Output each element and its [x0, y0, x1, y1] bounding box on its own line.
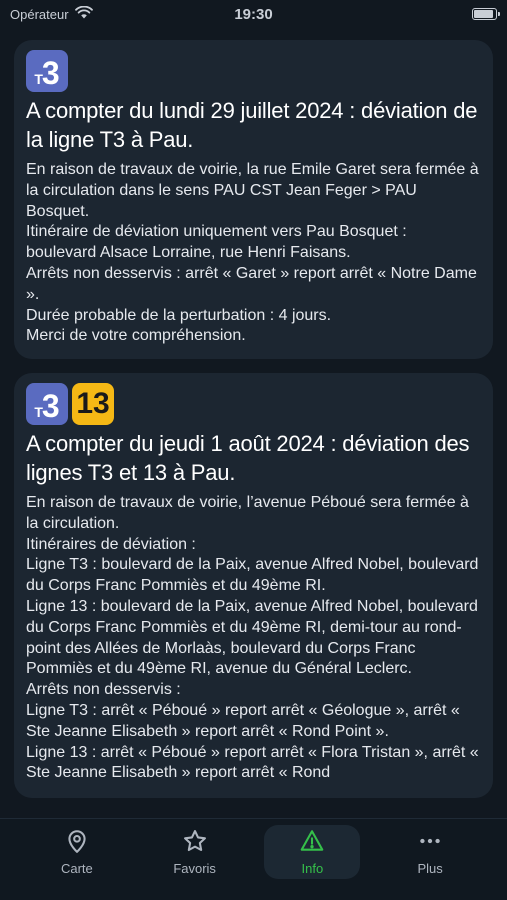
alert-paragraph: En raison de travaux de voirie, l’avenue…	[26, 494, 469, 532]
battery-icon	[472, 8, 500, 20]
alert-paragraph: Ligne T3 : boulevard de la Paix, avenue …	[26, 556, 479, 595]
alert-body: En raison de travaux de voirie, la rue E…	[26, 160, 481, 347]
tab-label: Carte	[60, 861, 93, 876]
tab-plus[interactable]: Plus	[382, 825, 478, 879]
tab-label: Favoris	[173, 861, 216, 876]
carrier-label: Opérateur	[10, 6, 69, 22]
alert-paragraph: Arrêts non desservis : arrêt « Garet » r…	[26, 264, 477, 303]
alert-title: A compter du jeudi 1 août 2024 : déviati…	[26, 431, 470, 485]
map-pin-icon	[64, 828, 90, 857]
alert-paragraph: Itinéraire de déviation uniquement vers …	[26, 223, 407, 262]
line-badge-t3: T3	[26, 383, 68, 425]
tab-favoris[interactable]: Favoris	[147, 825, 243, 879]
line-badge-13: 13	[72, 383, 114, 425]
star-icon	[182, 828, 208, 857]
alert-paragraph: Ligne 13 : boulevard de la Paix, avenue …	[26, 597, 478, 678]
line-badge-t3: T3	[26, 50, 68, 92]
alert-paragraph: Durée probable de la perturbation : 4 jo…	[26, 306, 332, 324]
line-badges: T3 13	[26, 383, 481, 425]
alert-body: En raison de travaux de voirie, l’avenue…	[26, 493, 481, 784]
line-badges: T3	[26, 50, 481, 92]
alert-card[interactable]: T3 13 A compter du jeudi 1 août 2024 : d…	[14, 373, 493, 799]
alert-card[interactable]: T3 A compter du lundi 29 juillet 2024 : …	[14, 40, 493, 359]
warning-icon	[299, 828, 325, 857]
tab-label: Info	[301, 861, 324, 876]
alert-paragraph: Ligne T3 : arrêt « Péboué » report arrêt…	[26, 701, 460, 740]
alert-paragraph: Itinéraires de déviation :	[26, 535, 196, 553]
status-bar: Opérateur 19:30	[0, 0, 507, 28]
tab-info[interactable]: Info	[264, 825, 361, 879]
alert-paragraph: Arrêts non desservis :	[26, 681, 181, 699]
wifi-icon	[74, 5, 93, 22]
alert-title: A compter du lundi 29 juillet 2024 : dév…	[26, 98, 478, 152]
tab-bar: Carte Favoris Info Plus	[0, 818, 507, 900]
alert-paragraph: En raison de travaux de voirie, la rue E…	[26, 161, 479, 220]
more-icon	[417, 828, 443, 857]
alert-paragraph: Merci de votre compréhension.	[26, 327, 246, 345]
alert-paragraph: Ligne 13 : arrêt « Péboué » report arrêt…	[26, 743, 479, 782]
screen: Opérateur 19:30 T3 A compter du lundi 29	[0, 0, 507, 900]
tab-carte[interactable]: Carte	[29, 825, 125, 879]
alerts-list[interactable]: T3 A compter du lundi 29 juillet 2024 : …	[0, 40, 507, 900]
tab-label: Plus	[417, 861, 443, 876]
